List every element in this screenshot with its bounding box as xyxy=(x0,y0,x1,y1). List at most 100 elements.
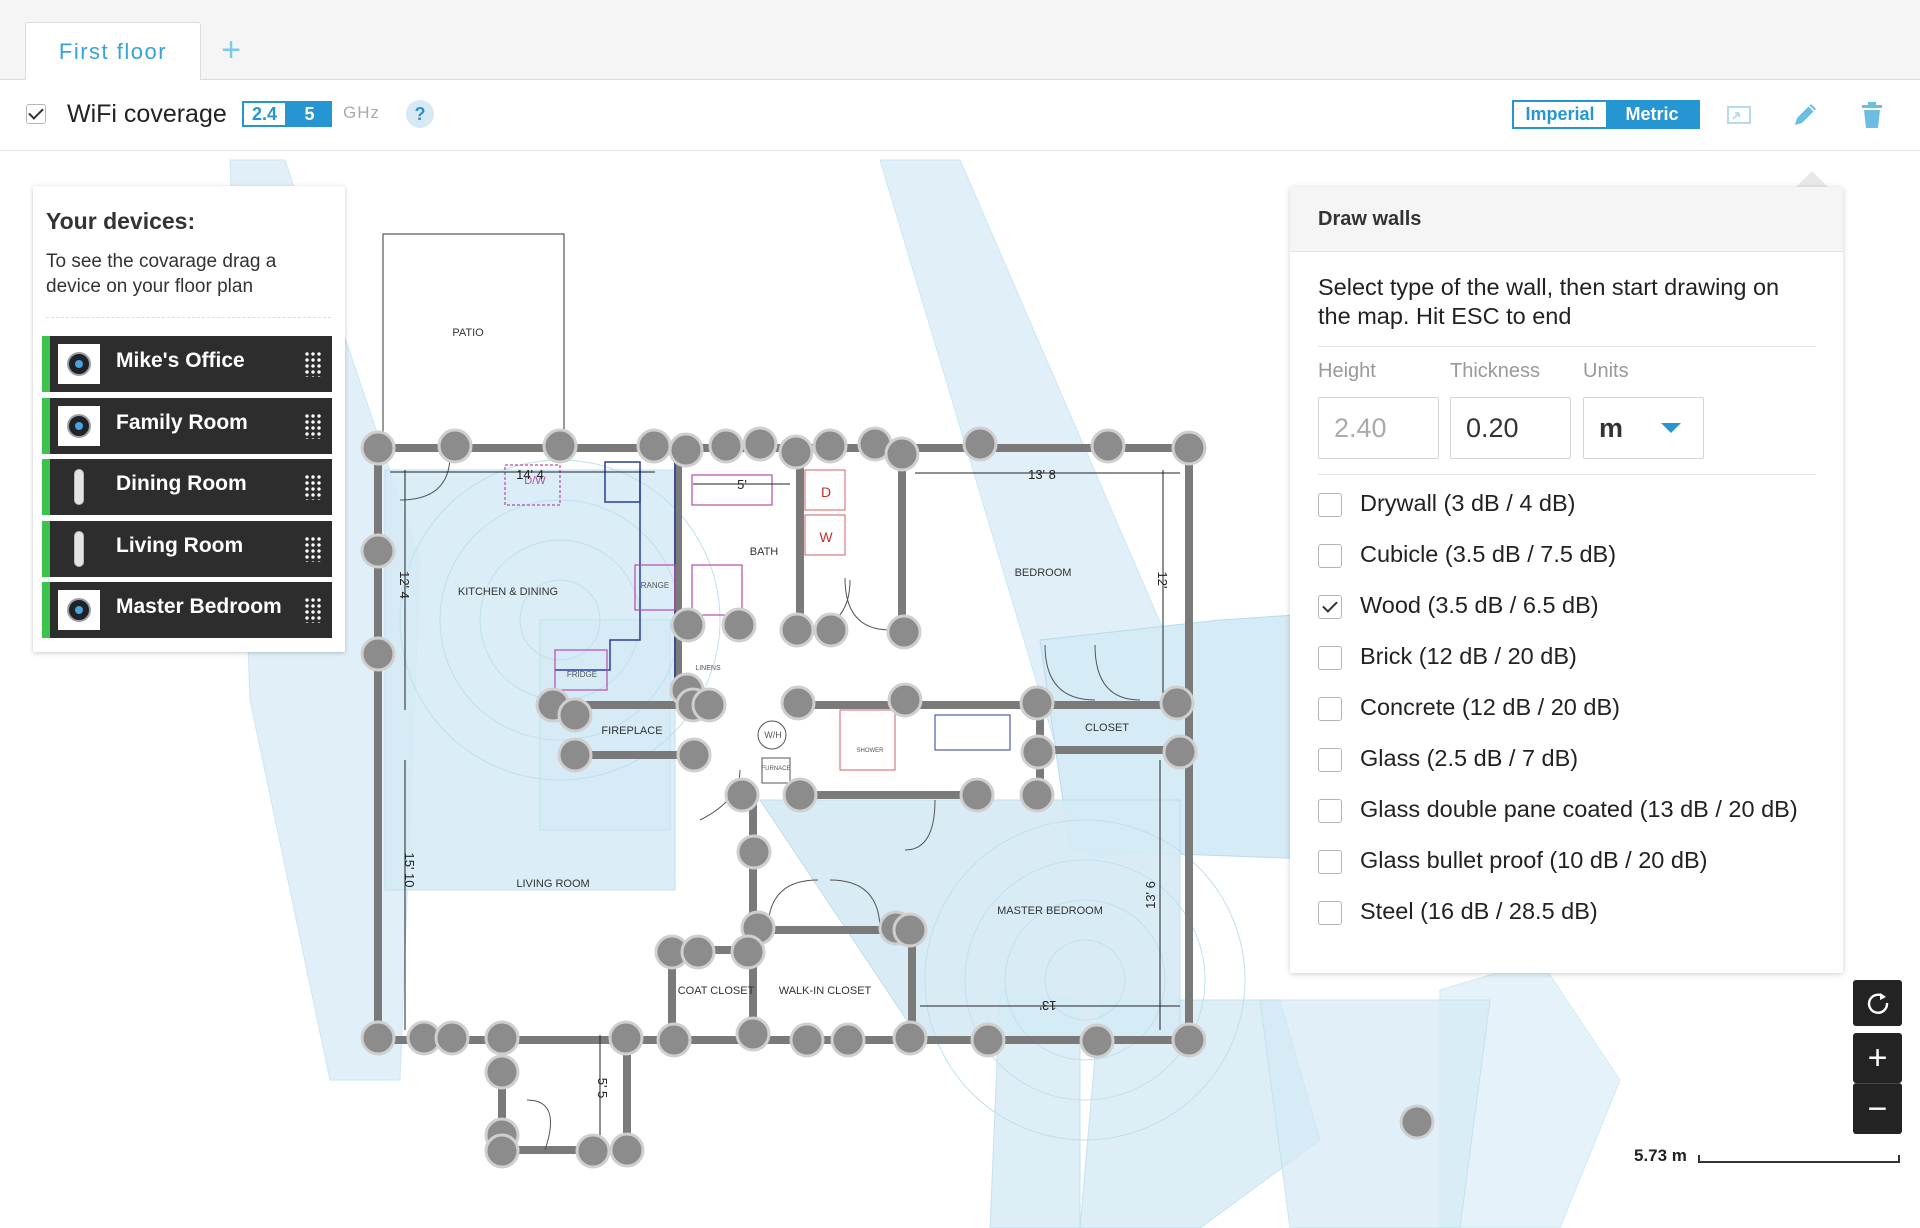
wall-option-drywall[interactable]: Drywall (3 dB / 4 dB) xyxy=(1318,487,1828,521)
drag-handle-icon[interactable] xyxy=(304,597,322,623)
dim-living-depth: 15' 10 xyxy=(402,852,417,887)
units-value: m xyxy=(1599,412,1624,443)
room-label-fireplace: FIREPLACE xyxy=(601,725,662,737)
device-name: Dining Room xyxy=(116,472,247,495)
fixture-water-heater: W/H xyxy=(764,730,782,740)
room-label-closet: CLOSET xyxy=(1085,722,1129,734)
wall-label: Wood (3.5 dB / 6.5 dB) xyxy=(1360,592,1599,618)
thickness-input[interactable]: 0.20 xyxy=(1450,397,1571,459)
draw-walls-header: Draw walls xyxy=(1290,187,1843,252)
resize-icon[interactable] xyxy=(1722,98,1756,132)
device-dining-room[interactable]: Dining Room xyxy=(42,459,332,515)
dim-kitchen-depth: 12' 4 xyxy=(397,571,412,599)
divider xyxy=(1318,474,1816,475)
round-router-icon xyxy=(58,406,100,446)
round-router-icon xyxy=(58,590,100,630)
wall-label: Concrete (12 dB / 20 dB) xyxy=(1360,694,1620,720)
wall-option-glass[interactable]: Glass (2.5 dB / 7 dB) xyxy=(1318,742,1828,776)
fixture-dryer: D xyxy=(821,484,831,500)
wall-checkbox[interactable] xyxy=(1318,646,1342,670)
wall-option-concrete[interactable]: Concrete (12 dB / 20 dB) xyxy=(1318,691,1828,725)
device-name: Master Bedroom xyxy=(116,595,282,618)
fixture-shower: SHOWER xyxy=(857,748,885,754)
wall-label: Glass (2.5 dB / 7 dB) xyxy=(1360,745,1579,771)
zoom-in-button[interactable]: + xyxy=(1853,1033,1902,1083)
dim-entry-depth: 5' 5 xyxy=(595,1078,610,1099)
dim-bedroom-depth: 12' xyxy=(1155,572,1170,589)
units-select[interactable]: m xyxy=(1583,397,1704,459)
wall-option-glass-bullet-proof[interactable]: Glass bullet proof (10 dB / 20 dB) xyxy=(1318,844,1828,878)
wall-checkbox[interactable] xyxy=(1318,748,1342,772)
wall-option-brick[interactable]: Brick (12 dB / 20 dB) xyxy=(1318,640,1828,674)
fixture-furnace: FURNACE xyxy=(761,766,790,772)
draw-walls-description: Select type of the wall, then start draw… xyxy=(1318,274,1780,329)
wall-label: Drywall (3 dB / 4 dB) xyxy=(1360,490,1576,516)
dim-master-width: 13' xyxy=(1040,998,1057,1013)
room-label-walk-in: WALK-IN CLOSET xyxy=(779,985,872,997)
wall-label: Brick (12 dB / 20 dB) xyxy=(1360,643,1577,669)
wall-checkbox[interactable] xyxy=(1318,901,1342,925)
wall-option-wood[interactable]: Wood (3.5 dB / 6.5 dB) xyxy=(1318,589,1828,623)
drag-handle-icon[interactable] xyxy=(304,536,322,562)
divider xyxy=(46,317,331,318)
device-name: Mike's Office xyxy=(116,349,245,372)
wall-checkbox[interactable] xyxy=(1318,697,1342,721)
dim-bath-width: 5' xyxy=(737,477,747,492)
wall-option-glass-double-pane[interactable]: Glass double pane coated (13 dB / 20 dB) xyxy=(1318,793,1828,827)
scale-label: 5.73 m xyxy=(1634,1146,1687,1165)
device-living-room[interactable]: Living Room xyxy=(42,521,332,577)
device-name: Living Room xyxy=(116,534,244,557)
band-24-toggle[interactable]: 2.4 xyxy=(242,101,287,127)
room-label-bedroom: BEDROOM xyxy=(1015,567,1072,579)
device-family-room[interactable]: Family Room xyxy=(42,398,332,454)
height-input[interactable]: 2.40 xyxy=(1318,397,1439,459)
drag-handle-icon[interactable] xyxy=(304,413,322,439)
wall-label: Glass bullet proof (10 dB / 20 dB) xyxy=(1360,847,1708,873)
room-label-kitchen: KITCHEN & DINING xyxy=(458,586,558,598)
draw-walls-panel: Draw walls Select type of the wall, then… xyxy=(1290,187,1843,973)
dim-bedroom-width: 13' 8 xyxy=(1028,467,1056,482)
scale-bar xyxy=(1698,1155,1900,1163)
fixture-range: RANGE xyxy=(641,581,669,590)
metric-button[interactable]: Metric xyxy=(1606,102,1698,127)
fixture-washer: W xyxy=(819,529,833,545)
reset-view-button[interactable] xyxy=(1853,980,1902,1026)
wall-checkbox[interactable] xyxy=(1318,595,1342,619)
device-name: Family Room xyxy=(116,411,248,434)
device-mikes-office[interactable]: Mike's Office xyxy=(42,336,332,392)
wall-option-steel[interactable]: Steel (16 dB / 28.5 dB) xyxy=(1318,895,1828,929)
tab-first-floor[interactable]: First floor xyxy=(25,22,201,80)
wall-label: Steel (16 dB / 28.5 dB) xyxy=(1360,898,1598,924)
wall-option-cubicle[interactable]: Cubicle (3.5 dB / 7.5 dB) xyxy=(1318,538,1828,572)
room-label-bath: BATH xyxy=(750,546,779,558)
wifi-coverage-label: WiFi coverage xyxy=(67,100,227,128)
pencil-icon[interactable] xyxy=(1788,98,1822,132)
imperial-button[interactable]: Imperial xyxy=(1514,102,1606,127)
wall-checkbox[interactable] xyxy=(1318,544,1342,568)
tab-bar: First floor + xyxy=(0,0,1920,80)
reset-icon xyxy=(1867,993,1888,1014)
device-master-bedroom[interactable]: Master Bedroom xyxy=(42,582,332,638)
units-label: Units xyxy=(1583,360,1629,382)
wall-checkbox[interactable] xyxy=(1318,850,1342,874)
help-icon[interactable]: ? xyxy=(406,100,434,128)
wifi-coverage-checkbox[interactable] xyxy=(26,104,46,124)
ghz-label: GHz xyxy=(343,103,380,122)
wall-label: Cubicle (3.5 dB / 7.5 dB) xyxy=(1360,541,1617,567)
wall-checkbox[interactable] xyxy=(1318,493,1342,517)
panel-pointer xyxy=(1796,171,1828,187)
draw-walls-title: Draw walls xyxy=(1318,208,1422,230)
dim-kitchen-width: 14' 4 xyxy=(516,467,544,482)
dim-master-depth: 13' 6 xyxy=(1143,881,1158,909)
drag-handle-icon[interactable] xyxy=(304,351,322,377)
room-label-living: LIVING ROOM xyxy=(516,878,589,890)
wall-checkbox[interactable] xyxy=(1318,799,1342,823)
units-toggle: Imperial Metric xyxy=(1512,100,1700,129)
drag-handle-icon[interactable] xyxy=(304,474,322,500)
tall-router-icon xyxy=(58,529,100,569)
add-floor-button[interactable]: + xyxy=(216,30,246,70)
fixture-linens: LINENS xyxy=(695,665,721,672)
zoom-out-button[interactable]: − xyxy=(1853,1083,1902,1134)
trash-icon[interactable] xyxy=(1855,98,1889,132)
band-5-toggle[interactable]: 5 xyxy=(287,101,332,127)
